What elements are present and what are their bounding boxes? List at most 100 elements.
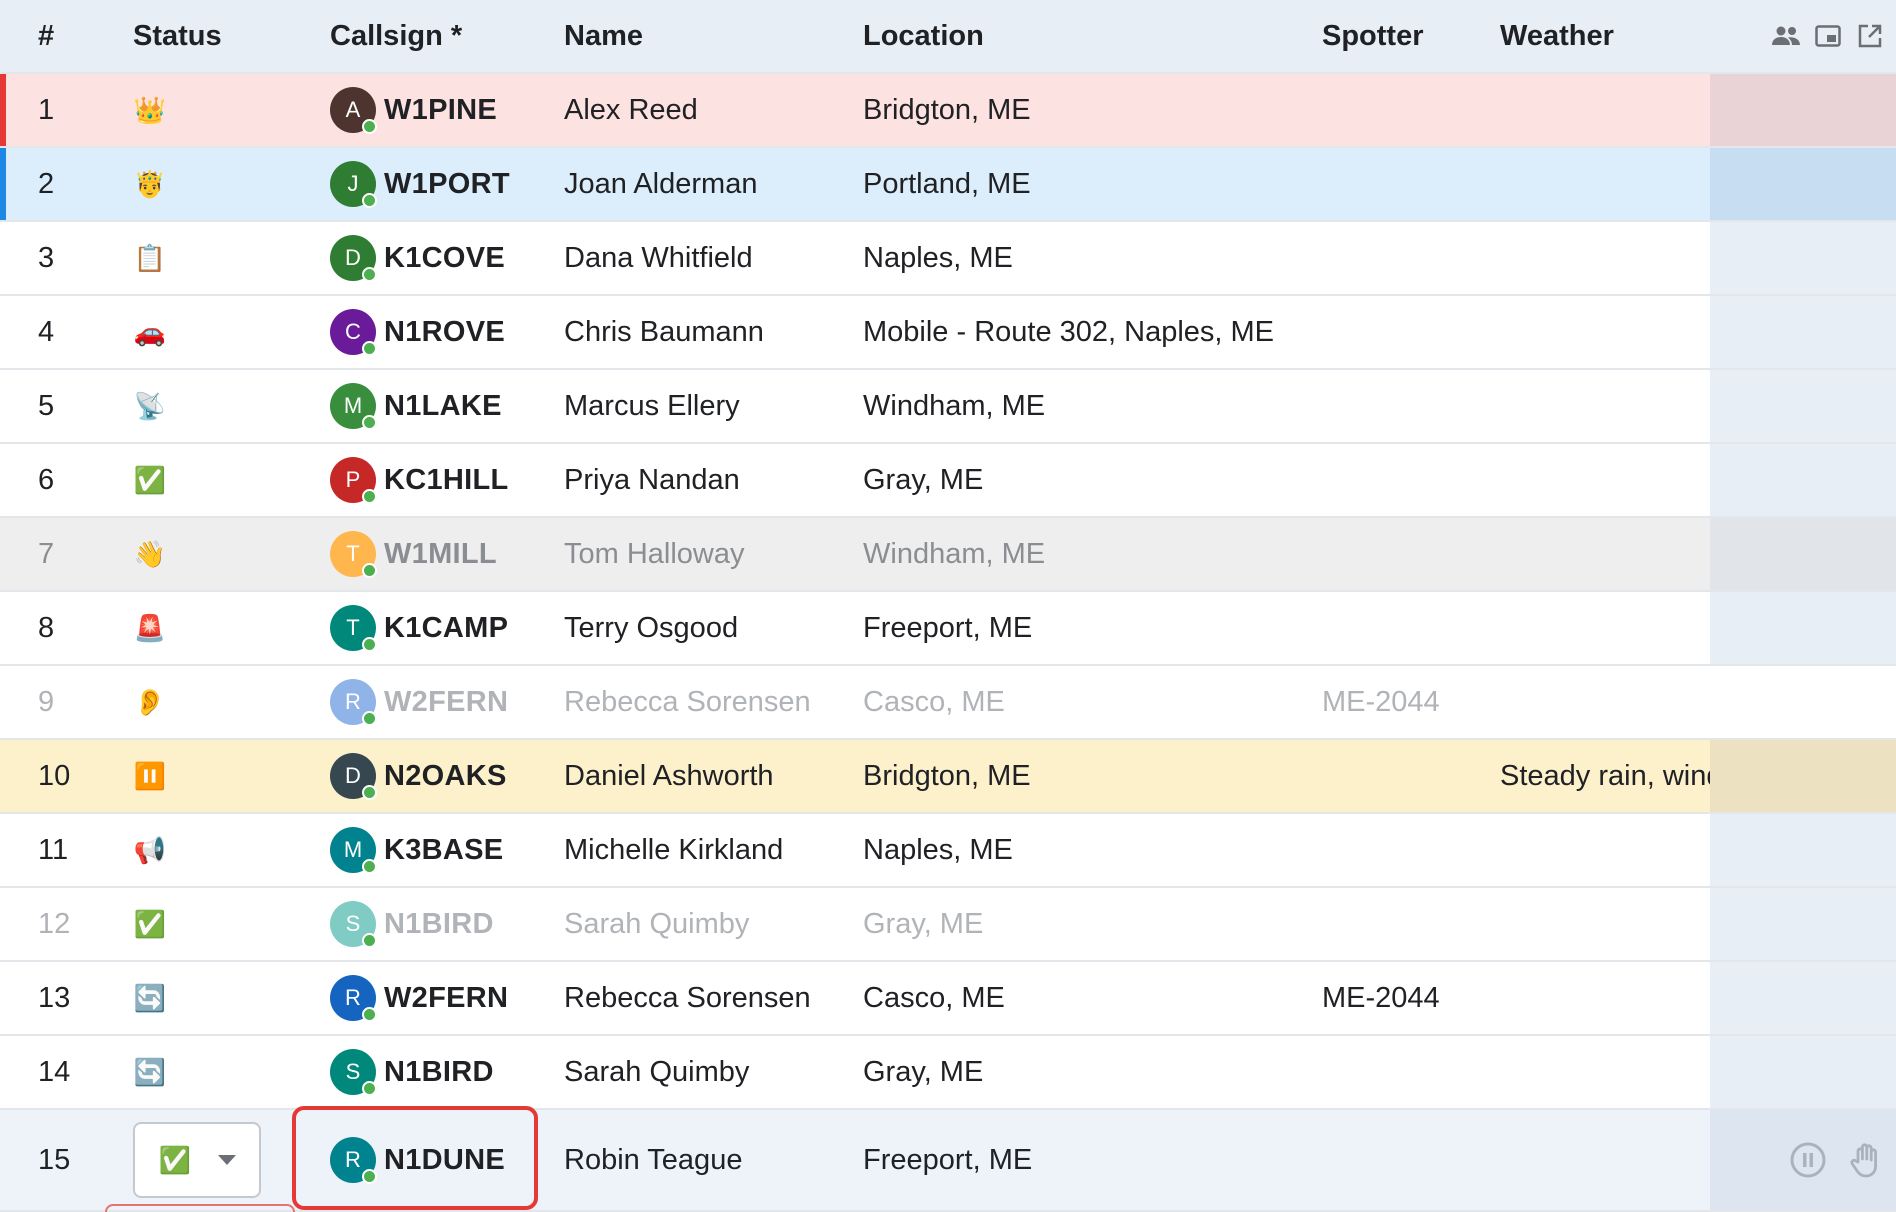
location-cell[interactable]: Portland, ME <box>863 148 1313 220</box>
callsign-cell[interactable]: J W1PORT <box>330 148 530 220</box>
location-cell[interactable]: Mobile - Route 302, Naples, ME <box>863 296 1313 368</box>
table-row[interactable]: 5 📡 M N1LAKE Marcus Ellery Windham, ME <box>0 370 1896 444</box>
table-row[interactable]: 4 🚗 C N1ROVE Chris Baumann Mobile - Route 302… <box>0 296 1896 370</box>
spotter-cell[interactable] <box>1322 518 1492 590</box>
callsign-cell[interactable]: R N1DUNE <box>330 1110 530 1210</box>
status-cell[interactable]: 🔄 <box>133 962 313 1034</box>
status-cell[interactable]: ⏸️ <box>133 740 313 812</box>
callsign-cell[interactable]: R W2FERN <box>330 962 530 1034</box>
weather-cell[interactable] <box>1500 962 1710 1034</box>
callsign-cell[interactable]: P KC1HILL <box>330 444 530 516</box>
status-cell[interactable]: 👑 <box>133 74 313 146</box>
name-cell[interactable]: Alex Reed <box>564 74 844 146</box>
raised-hand-icon[interactable] <box>1846 1140 1886 1180</box>
status-cell[interactable]: 📢 <box>133 814 313 886</box>
name-cell[interactable]: Sarah Quimby <box>564 888 844 960</box>
header-callsign[interactable]: Callsign * <box>330 0 530 72</box>
callsign-cell[interactable]: M N1LAKE <box>330 370 530 442</box>
table-row[interactable]: 14 🔄 S N1BIRD Sarah Quimby Gray, ME <box>0 1036 1896 1110</box>
location-cell[interactable]: Freeport, ME <box>863 592 1313 664</box>
weather-cell[interactable] <box>1500 370 1710 442</box>
location-cell[interactable]: Naples, ME <box>863 222 1313 294</box>
weather-cell[interactable] <box>1500 814 1710 886</box>
spotter-cell[interactable] <box>1322 740 1492 812</box>
name-cell[interactable]: Rebecca Sorensen <box>564 962 844 1034</box>
table-row[interactable]: 13 🔄 R W2FERN Rebecca Sorensen Casco, ME ME-20… <box>0 962 1896 1036</box>
location-cell[interactable]: Freeport, ME <box>863 1110 1313 1210</box>
callsign-cell[interactable]: T W1MILL <box>330 518 530 590</box>
location-cell[interactable]: Gray, ME <box>863 444 1313 516</box>
status-cell[interactable]: 🚨 <box>133 592 313 664</box>
header-spotter[interactable]: Spotter <box>1322 0 1492 72</box>
name-cell[interactable]: Priya Nandan <box>564 444 844 516</box>
name-cell[interactable]: Robin Teague <box>564 1110 844 1210</box>
status-cell[interactable]: 👋 <box>133 518 313 590</box>
spotter-cell[interactable]: ME-2044 <box>1322 962 1492 1034</box>
table-row[interactable]: 3 📋 D K1COVE Dana Whitfield Naples, ME <box>0 222 1896 296</box>
weather-cell[interactable] <box>1500 518 1710 590</box>
status-cell[interactable]: ✅ <box>133 888 313 960</box>
weather-cell[interactable]: Steady rain, wind <box>1500 740 1710 812</box>
spotter-cell[interactable] <box>1322 888 1492 960</box>
people-icon[interactable] <box>1772 22 1800 50</box>
location-cell[interactable]: Windham, ME <box>863 518 1313 590</box>
name-cell[interactable]: Joan Alderman <box>564 148 844 220</box>
header-num[interactable]: # <box>38 0 108 72</box>
location-cell[interactable]: Gray, ME <box>863 888 1313 960</box>
name-cell[interactable]: Terry Osgood <box>564 592 844 664</box>
location-cell[interactable]: Casco, ME <box>863 666 1313 738</box>
status-cell[interactable]: 🤴 <box>133 148 313 220</box>
weather-cell[interactable] <box>1500 666 1710 738</box>
callsign-cell[interactable]: S N1BIRD <box>330 888 530 960</box>
table-row[interactable]: 1 👑 A W1PINE Alex Reed Bridgton, ME <box>0 74 1896 148</box>
spotter-cell[interactable] <box>1322 370 1492 442</box>
name-cell[interactable]: Sarah Quimby <box>564 1036 844 1108</box>
weather-cell[interactable] <box>1500 222 1710 294</box>
location-cell[interactable]: Bridgton, ME <box>863 74 1313 146</box>
callsign-cell[interactable]: D K1COVE <box>330 222 530 294</box>
callsign-cell[interactable]: C N1ROVE <box>330 296 530 368</box>
pause-circle-icon[interactable] <box>1788 1140 1828 1180</box>
spotter-cell[interactable] <box>1322 148 1492 220</box>
callsign-cell[interactable]: M K3BASE <box>330 814 530 886</box>
spotter-cell[interactable] <box>1322 222 1492 294</box>
spotter-cell[interactable] <box>1322 1110 1492 1210</box>
table-row[interactable]: 10 ⏸️ D N2OAKS Daniel Ashworth Bridgton, ME St… <box>0 740 1896 814</box>
table-row[interactable]: 2 🤴 J W1PORT Joan Alderman Portland, ME <box>0 148 1896 222</box>
open-in-new-icon[interactable] <box>1856 22 1884 50</box>
spotter-cell[interactable] <box>1322 592 1492 664</box>
callsign-cell[interactable]: R W2FERN <box>330 666 530 738</box>
weather-cell[interactable] <box>1500 74 1710 146</box>
spotter-cell[interactable] <box>1322 296 1492 368</box>
spotter-cell[interactable] <box>1322 444 1492 516</box>
table-row[interactable]: 12 ✅ S N1BIRD Sarah Quimby Gray, ME <box>0 888 1896 962</box>
picture-in-picture-icon[interactable] <box>1814 22 1842 50</box>
header-location[interactable]: Location <box>863 0 1313 72</box>
weather-cell[interactable] <box>1500 1036 1710 1108</box>
spotter-cell[interactable]: ME-2044 <box>1322 666 1492 738</box>
name-cell[interactable]: Chris Baumann <box>564 296 844 368</box>
table-row[interactable]: 6 ✅ P KC1HILL Priya Nandan Gray, ME <box>0 444 1896 518</box>
weather-cell[interactable] <box>1500 888 1710 960</box>
weather-cell[interactable] <box>1500 1110 1710 1210</box>
status-cell[interactable]: 📋 <box>133 222 313 294</box>
weather-cell[interactable] <box>1500 148 1710 220</box>
callsign-cell[interactable]: S N1BIRD <box>330 1036 530 1108</box>
callsign-cell[interactable]: T K1CAMP <box>330 592 530 664</box>
spotter-cell[interactable] <box>1322 814 1492 886</box>
spotter-cell[interactable] <box>1322 1036 1492 1108</box>
table-row[interactable]: 8 🚨 T K1CAMP Terry Osgood Freeport, ME <box>0 592 1896 666</box>
header-weather[interactable]: Weather <box>1500 0 1710 72</box>
weather-cell[interactable] <box>1500 444 1710 516</box>
name-cell[interactable]: Rebecca Sorensen <box>564 666 844 738</box>
callsign-cell[interactable]: D N2OAKS <box>330 740 530 812</box>
weather-cell[interactable] <box>1500 296 1710 368</box>
table-row[interactable]: 11 📢 M K3BASE Michelle Kirkland Naples, ME <box>0 814 1896 888</box>
location-cell[interactable]: Casco, ME <box>863 962 1313 1034</box>
status-cell[interactable]: 🚗 <box>133 296 313 368</box>
location-cell[interactable]: Naples, ME <box>863 814 1313 886</box>
name-cell[interactable]: Daniel Ashworth <box>564 740 844 812</box>
name-cell[interactable]: Michelle Kirkland <box>564 814 844 886</box>
name-cell[interactable]: Tom Halloway <box>564 518 844 590</box>
status-cell[interactable]: ✅ <box>133 444 313 516</box>
